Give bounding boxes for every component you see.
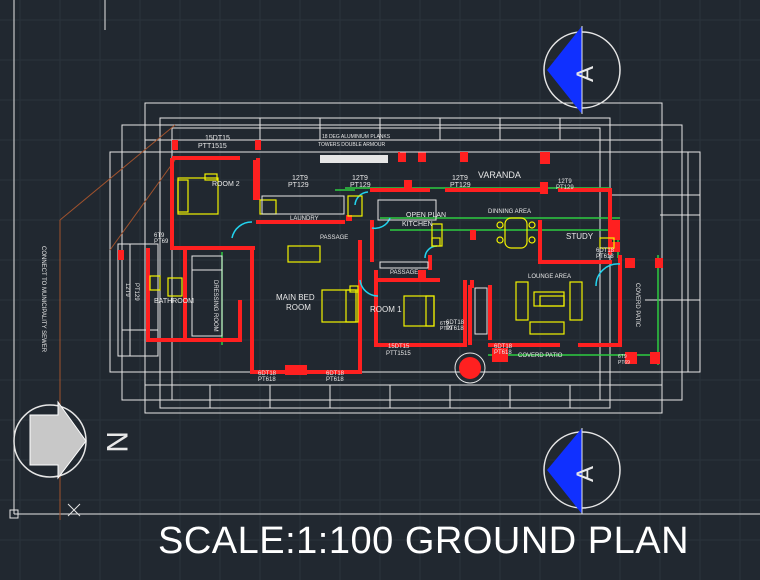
label-passage-2: PASSAGE (390, 270, 418, 276)
tag-w4b: PT129 (450, 182, 471, 189)
label-open-plan: OPEN PLAN (406, 212, 446, 219)
tag-w15b: PT69 (618, 360, 630, 366)
tag-w3: 12T9 (352, 175, 368, 182)
drawing-title: SCALE:1:100 GROUND PLAN (158, 520, 690, 562)
label-room2: ROOM 2 (212, 181, 240, 188)
label-main-bed: MAIN BED (276, 293, 315, 302)
label-varanda: VARANDA (478, 170, 521, 180)
label-study: STUDY (566, 232, 594, 241)
label-dinning: DINNING AREA (488, 209, 531, 215)
label-main-bed-room: ROOM (286, 303, 311, 312)
north-arrow-icon (13, 400, 87, 480)
ground-plan-drawing: A A N CONNECT TO MUNICIPALITY SEWER ROOM… (0, 0, 760, 580)
tag-w2: 12T9 (292, 175, 308, 182)
tag-w9b: PT618 (326, 377, 344, 383)
tag-w2b: PT129 (288, 182, 309, 189)
tag-w6b: PT69 (154, 239, 169, 245)
label-lounge: LOUNGE AREA (528, 274, 571, 280)
label-covered-patio: COVERD PATIO (518, 353, 563, 359)
tag-w13b: PT618 (596, 254, 614, 260)
feature-column (459, 357, 481, 379)
stair-bar (320, 155, 388, 163)
label-passage-1: PASSAGE (320, 235, 348, 241)
tag-w4: 12T9 (452, 175, 468, 182)
sewer-note: CONNECT TO MUNICIPALITY SEWER (40, 246, 46, 353)
north-label: N (100, 431, 133, 453)
label-dressing: DRESSING ROOM (212, 280, 218, 332)
label-bathroom: BATHROOM (154, 298, 194, 305)
tag-w1: 15DT15 (205, 135, 230, 142)
section-label-top: A (572, 66, 599, 82)
tag-w3b: PT129 (350, 182, 371, 189)
note-1: 18 DEG ALUMINIUM PLANKS (322, 134, 391, 140)
tag-w7b: PT129 (133, 283, 139, 301)
tag-w10: 15DT15 (388, 344, 410, 350)
tag-w5b: PT129 (556, 185, 574, 191)
label-covered-patio-right: COVERD PATIC (634, 283, 640, 328)
tag-w7: 12T9 (124, 283, 130, 297)
tag-w10b: PTT1515 (386, 351, 411, 357)
tag-w14b: PT69 (440, 326, 452, 332)
label-kitchen: KITCHEN (402, 221, 433, 228)
label-laundry: LAUNDRY (290, 216, 319, 222)
tag-w8b: PT618 (258, 377, 276, 383)
section-label-bottom: A (572, 466, 599, 482)
cad-grid (0, 0, 760, 580)
tag-w12b: PT618 (494, 350, 512, 356)
tag-w1b: PTT1515 (198, 143, 227, 150)
note-2: TOWERS DOUBLE ARMOUR (318, 142, 386, 148)
label-room1: ROOM 1 (370, 305, 402, 314)
